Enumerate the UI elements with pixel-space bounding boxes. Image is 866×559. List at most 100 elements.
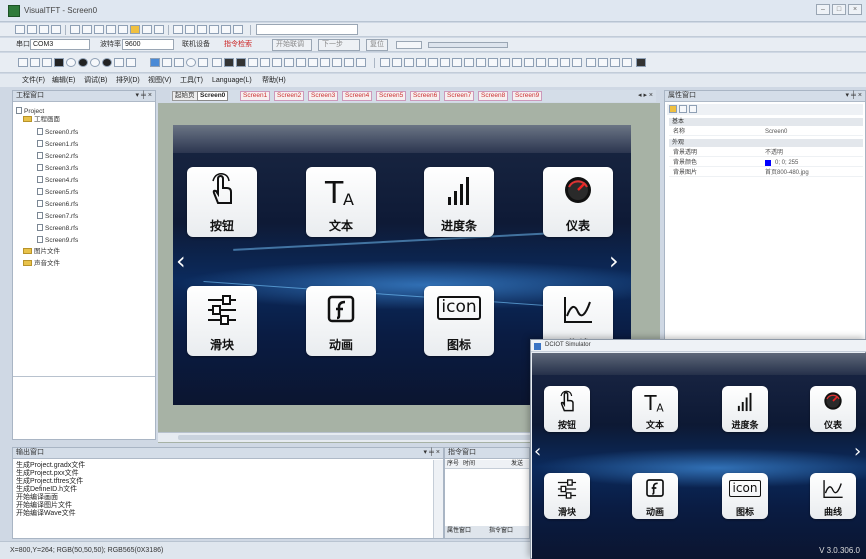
undo-icon[interactable] bbox=[173, 25, 183, 34]
font-color-icon[interactable] bbox=[356, 58, 366, 67]
h-spacing-icon[interactable] bbox=[488, 58, 498, 67]
sim-tile-progress[interactable]: 进度条 bbox=[722, 386, 768, 432]
tile-slider[interactable]: 滑块 bbox=[187, 286, 257, 356]
datetime-tool-icon[interactable] bbox=[198, 58, 208, 67]
align-middle-icon[interactable] bbox=[428, 58, 438, 67]
align-bottom-icon[interactable] bbox=[440, 58, 450, 67]
new-file-icon[interactable] bbox=[15, 25, 25, 34]
copy-icon[interactable] bbox=[82, 25, 92, 34]
zoom-in-icon[interactable] bbox=[586, 58, 596, 67]
tab-screen2[interactable]: Screen2 bbox=[274, 91, 305, 101]
pin-icon[interactable]: ▾ ╪ × bbox=[846, 91, 862, 101]
qrcode-tool-icon[interactable] bbox=[224, 58, 234, 67]
center-h-icon[interactable] bbox=[512, 58, 522, 67]
actual-size-icon[interactable] bbox=[622, 58, 632, 67]
next-arrow-icon[interactable]: › bbox=[854, 441, 861, 462]
button-tool-icon[interactable] bbox=[150, 58, 160, 67]
same-width-icon[interactable] bbox=[452, 58, 462, 67]
filled-circle-icon[interactable] bbox=[78, 58, 88, 67]
slider-tool-icon[interactable] bbox=[212, 58, 222, 67]
menu-language[interactable]: Language(L) bbox=[212, 76, 252, 85]
sim-tile-button[interactable]: 按钮 bbox=[544, 386, 590, 432]
align-top-icon[interactable] bbox=[416, 58, 426, 67]
sim-tile-text[interactable]: TA 文本 bbox=[632, 386, 678, 432]
compile-icon[interactable] bbox=[142, 25, 152, 34]
sim-tile-gauge[interactable]: 仪表 bbox=[810, 386, 856, 432]
paste-icon[interactable] bbox=[94, 25, 104, 34]
tree-screen-item[interactable]: Screen8.rfs bbox=[37, 224, 78, 233]
tile-text[interactable]: TA 文本 bbox=[306, 167, 376, 237]
pin-icon[interactable]: ▾ ╪ × bbox=[136, 91, 152, 101]
grid-icon[interactable] bbox=[233, 25, 243, 34]
prev-arrow-icon[interactable]: ‹ bbox=[176, 247, 186, 275]
tree-screen-item[interactable]: Screen2.rfs bbox=[37, 152, 78, 161]
tree-screen-item[interactable]: Screen5.rfs bbox=[37, 188, 78, 197]
preview-icon[interactable] bbox=[221, 25, 231, 34]
align-center-icon[interactable] bbox=[392, 58, 402, 67]
tab-screen3[interactable]: Screen3 bbox=[308, 91, 339, 101]
tab-nav-icon[interactable]: ◂ ▸ × bbox=[638, 91, 653, 99]
debug-input[interactable] bbox=[396, 41, 422, 49]
next-arrow-icon[interactable]: › bbox=[609, 247, 619, 275]
line-icon[interactable] bbox=[30, 58, 40, 67]
menu-help[interactable]: 帮助(H) bbox=[262, 76, 286, 85]
categorized-icon[interactable] bbox=[669, 105, 677, 113]
tab-screen5[interactable]: Screen5 bbox=[376, 91, 407, 101]
image-tool-icon[interactable] bbox=[126, 58, 136, 67]
text-tool-icon[interactable] bbox=[114, 58, 124, 67]
command-search-button[interactable]: 指令检索 bbox=[224, 40, 252, 50]
open-file-icon[interactable] bbox=[27, 25, 37, 34]
redo-icon[interactable] bbox=[185, 25, 195, 34]
sim-tile-curve[interactable]: 曲线 bbox=[810, 473, 856, 519]
property-pages-icon[interactable] bbox=[689, 105, 697, 113]
tab-screen0[interactable]: Screen0 bbox=[197, 91, 229, 101]
bring-front-icon[interactable] bbox=[536, 58, 546, 67]
download-icon[interactable] bbox=[154, 25, 164, 34]
prop-row-transparent[interactable]: 背景透明 不透明 bbox=[669, 149, 863, 157]
prop-row-bgimage[interactable]: 背景图片 首页800-480.jpg bbox=[669, 169, 863, 177]
tab-screen7[interactable]: Screen7 bbox=[444, 91, 475, 101]
center-v-icon[interactable] bbox=[524, 58, 534, 67]
maximize-button[interactable]: □ bbox=[832, 4, 846, 15]
next-step-button[interactable]: 下一步 bbox=[318, 39, 360, 51]
send-back-icon[interactable] bbox=[548, 58, 558, 67]
tile-icon[interactable]: icon 图标 bbox=[424, 286, 494, 356]
tree-screen-item[interactable]: Screen3.rfs bbox=[37, 164, 78, 173]
sim-tile-slider[interactable]: 滑块 bbox=[544, 473, 590, 519]
pen-tool-icon[interactable] bbox=[308, 58, 318, 67]
tab-screen8[interactable]: Screen8 bbox=[478, 91, 509, 101]
prev-arrow-icon[interactable]: ‹ bbox=[534, 441, 541, 462]
tree-screen-item[interactable]: Screen7.rfs bbox=[37, 212, 78, 221]
cut-icon[interactable] bbox=[70, 25, 80, 34]
h-scroll-thumb[interactable] bbox=[178, 435, 558, 440]
icon-tool-icon[interactable] bbox=[296, 58, 306, 67]
cut-screen-icon[interactable] bbox=[209, 25, 219, 34]
sim-tile-icon[interactable]: icon 图标 bbox=[722, 473, 768, 519]
port-select[interactable]: COM3 bbox=[30, 39, 90, 50]
screen-select[interactable] bbox=[256, 24, 358, 35]
save-all-icon[interactable] bbox=[51, 25, 61, 34]
start-debug-button[interactable]: 开始联调 bbox=[272, 39, 312, 51]
tree-images-folder[interactable]: 图片文件 bbox=[23, 248, 60, 256]
tile-gauge[interactable]: 仪表 bbox=[543, 167, 613, 237]
group-icon[interactable] bbox=[560, 58, 570, 67]
tree-screen-item[interactable]: Screen4.rfs bbox=[37, 176, 78, 185]
copy-screen-icon[interactable] bbox=[118, 25, 128, 34]
tile-button[interactable]: 按钮 bbox=[187, 167, 257, 237]
filled-ellipse-icon[interactable] bbox=[102, 58, 112, 67]
tree-screen-item[interactable]: Screen1.rfs bbox=[37, 140, 78, 149]
menu-file[interactable]: 文件(F) bbox=[22, 76, 45, 85]
tree-sounds-folder[interactable]: 声音文件 bbox=[23, 260, 60, 268]
menu-arrange[interactable]: 排列(D) bbox=[116, 76, 140, 85]
tree-screen-item[interactable]: Screen6.rfs bbox=[37, 200, 78, 209]
connect-device-button[interactable]: 联机设备 bbox=[182, 40, 210, 50]
tree-screen-item[interactable]: Screen9.rfs bbox=[37, 236, 78, 245]
curve-tool-icon[interactable] bbox=[260, 58, 270, 67]
zoom-out-icon[interactable] bbox=[598, 58, 608, 67]
same-size-icon[interactable] bbox=[476, 58, 486, 67]
pin-icon[interactable]: ▾ ╪ × bbox=[424, 448, 440, 458]
ungroup-icon[interactable] bbox=[572, 58, 582, 67]
keyboard-tool-icon[interactable] bbox=[272, 58, 282, 67]
rectangle-icon[interactable] bbox=[42, 58, 52, 67]
tab-start[interactable]: 起始页 bbox=[172, 91, 198, 101]
